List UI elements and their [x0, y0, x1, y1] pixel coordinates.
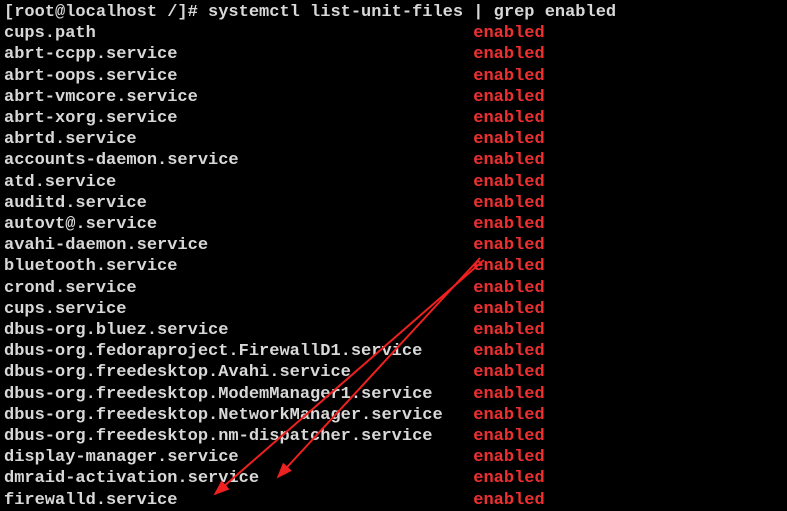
unit-list: cups.path enabledabrt-ccpp.service enabl…	[4, 23, 783, 511]
unit-name: dmraid-activation.service	[4, 468, 473, 489]
unit-state: enabled	[473, 320, 544, 341]
unit-row: dbus-org.fedoraproject.FirewallD1.servic…	[4, 341, 783, 362]
unit-name: dbus-org.freedesktop.nm-dispatcher.servi…	[4, 426, 473, 447]
unit-row: display-manager.service enabled	[4, 447, 783, 468]
unit-name: dbus-org.fedoraproject.FirewallD1.servic…	[4, 341, 473, 362]
unit-name: bluetooth.service	[4, 256, 473, 277]
unit-row: dbus-org.bluez.service enabled	[4, 320, 783, 341]
unit-state: enabled	[473, 66, 544, 87]
unit-row: abrt-xorg.service enabled	[4, 108, 783, 129]
unit-name: abrt-vmcore.service	[4, 87, 473, 108]
unit-row: cups.path enabled	[4, 23, 783, 44]
unit-state: enabled	[473, 405, 544, 426]
unit-name: display-manager.service	[4, 447, 473, 468]
unit-row: autovt@.service enabled	[4, 214, 783, 235]
unit-name: firewalld.service	[4, 490, 473, 511]
unit-row: abrt-oops.service enabled	[4, 66, 783, 87]
unit-state: enabled	[473, 87, 544, 108]
unit-row: dbus-org.freedesktop.NetworkManager.serv…	[4, 405, 783, 426]
unit-name: atd.service	[4, 172, 473, 193]
unit-name: dbus-org.freedesktop.ModemManager1.servi…	[4, 384, 473, 405]
unit-row: dbus-org.freedesktop.Avahi.service enabl…	[4, 362, 783, 383]
unit-row: dbus-org.freedesktop.ModemManager1.servi…	[4, 384, 783, 405]
unit-state: enabled	[473, 490, 544, 511]
unit-name: cups.service	[4, 299, 473, 320]
unit-state: enabled	[473, 129, 544, 150]
unit-name: abrt-xorg.service	[4, 108, 473, 129]
unit-name: avahi-daemon.service	[4, 235, 473, 256]
unit-row: avahi-daemon.service enabled	[4, 235, 783, 256]
unit-state: enabled	[473, 193, 544, 214]
unit-state: enabled	[473, 23, 544, 44]
unit-row: cups.service enabled	[4, 299, 783, 320]
unit-row: crond.service enabled	[4, 278, 783, 299]
unit-state: enabled	[473, 150, 544, 171]
unit-name: cups.path	[4, 23, 473, 44]
unit-state: enabled	[473, 235, 544, 256]
unit-name: abrt-ccpp.service	[4, 44, 473, 65]
unit-row: dbus-org.freedesktop.nm-dispatcher.servi…	[4, 426, 783, 447]
unit-name: dbus-org.bluez.service	[4, 320, 473, 341]
unit-name: autovt@.service	[4, 214, 473, 235]
unit-state: enabled	[473, 172, 544, 193]
unit-name: dbus-org.freedesktop.Avahi.service	[4, 362, 473, 383]
unit-state: enabled	[473, 426, 544, 447]
unit-row: abrtd.service enabled	[4, 129, 783, 150]
unit-row: abrt-vmcore.service enabled	[4, 87, 783, 108]
unit-state: enabled	[473, 447, 544, 468]
unit-name: abrt-oops.service	[4, 66, 473, 87]
unit-state: enabled	[473, 362, 544, 383]
unit-row: accounts-daemon.service enabled	[4, 150, 783, 171]
unit-name: abrtd.service	[4, 129, 473, 150]
unit-name: auditd.service	[4, 193, 473, 214]
unit-state: enabled	[473, 468, 544, 489]
unit-name: dbus-org.freedesktop.NetworkManager.serv…	[4, 405, 473, 426]
unit-row: dmraid-activation.service enabled	[4, 468, 783, 489]
shell-prompt: [root@localhost /]# systemctl list-unit-…	[4, 2, 783, 23]
unit-state: enabled	[473, 299, 544, 320]
unit-row: auditd.service enabled	[4, 193, 783, 214]
unit-state: enabled	[473, 341, 544, 362]
unit-state: enabled	[473, 256, 544, 277]
unit-name: accounts-daemon.service	[4, 150, 473, 171]
unit-row: abrt-ccpp.service enabled	[4, 44, 783, 65]
unit-state: enabled	[473, 384, 544, 405]
unit-state: enabled	[473, 108, 544, 129]
unit-state: enabled	[473, 214, 544, 235]
unit-state: enabled	[473, 44, 544, 65]
unit-row: bluetooth.service enabled	[4, 256, 783, 277]
unit-row: firewalld.service enabled	[4, 490, 783, 511]
unit-state: enabled	[473, 278, 544, 299]
unit-row: atd.service enabled	[4, 172, 783, 193]
unit-name: crond.service	[4, 278, 473, 299]
